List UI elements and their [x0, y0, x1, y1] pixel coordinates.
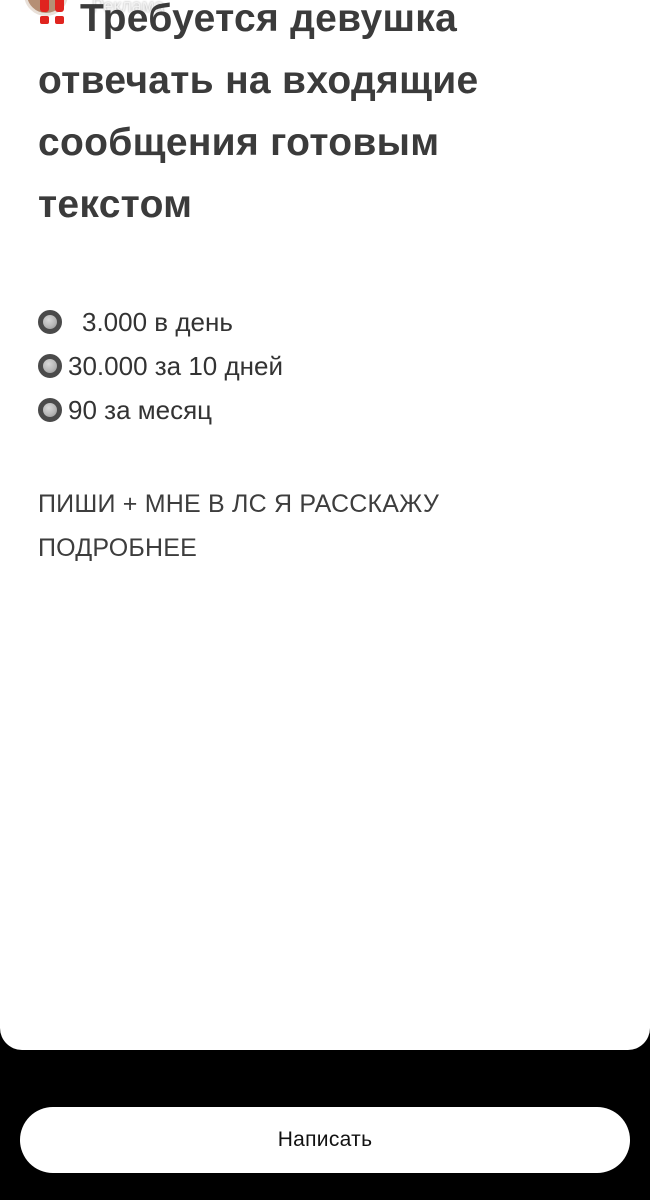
list-item: 3.000 в день — [38, 300, 618, 344]
headline-line: Требуется девушка — [80, 0, 458, 40]
story-content: Требуется девушка отвечать на входящие с… — [38, 0, 618, 570]
reply-button[interactable]: Написать — [20, 1107, 630, 1173]
headline-line: сообщения готовым — [38, 121, 440, 164]
bullet-list: 3.000 в день 30.000 за 10 дней 90 за мес… — [38, 300, 618, 432]
list-item: 30.000 за 10 дней — [38, 344, 618, 388]
bullet-text: 3.000 в день — [82, 306, 233, 337]
double-exclamation-icon — [38, 0, 72, 24]
list-item: 90 за месяц — [38, 388, 618, 432]
cta-line: ПОДРОБНЕЕ — [38, 534, 197, 562]
radio-button-icon — [38, 398, 62, 422]
cta-line: ПИШИ + МНЕ В ЛС Я РАССКАЖУ — [38, 490, 440, 518]
headline: Требуется девушка отвечать на входящие с… — [38, 0, 618, 236]
call-to-action: ПИШИ + МНЕ В ЛС Я РАССКАЖУ ПОДРОБНЕЕ — [38, 482, 618, 570]
bullet-text: 90 за месяц — [68, 394, 213, 425]
headline-line: отвечать на входящие — [38, 59, 479, 102]
headline-line: текстом — [38, 183, 193, 226]
radio-button-icon — [38, 310, 62, 334]
radio-button-icon — [38, 354, 62, 378]
story-card: Реклама Требуется девушка отвечать на вх… — [0, 0, 650, 1050]
bullet-text: 30.000 за 10 дней — [68, 350, 284, 381]
